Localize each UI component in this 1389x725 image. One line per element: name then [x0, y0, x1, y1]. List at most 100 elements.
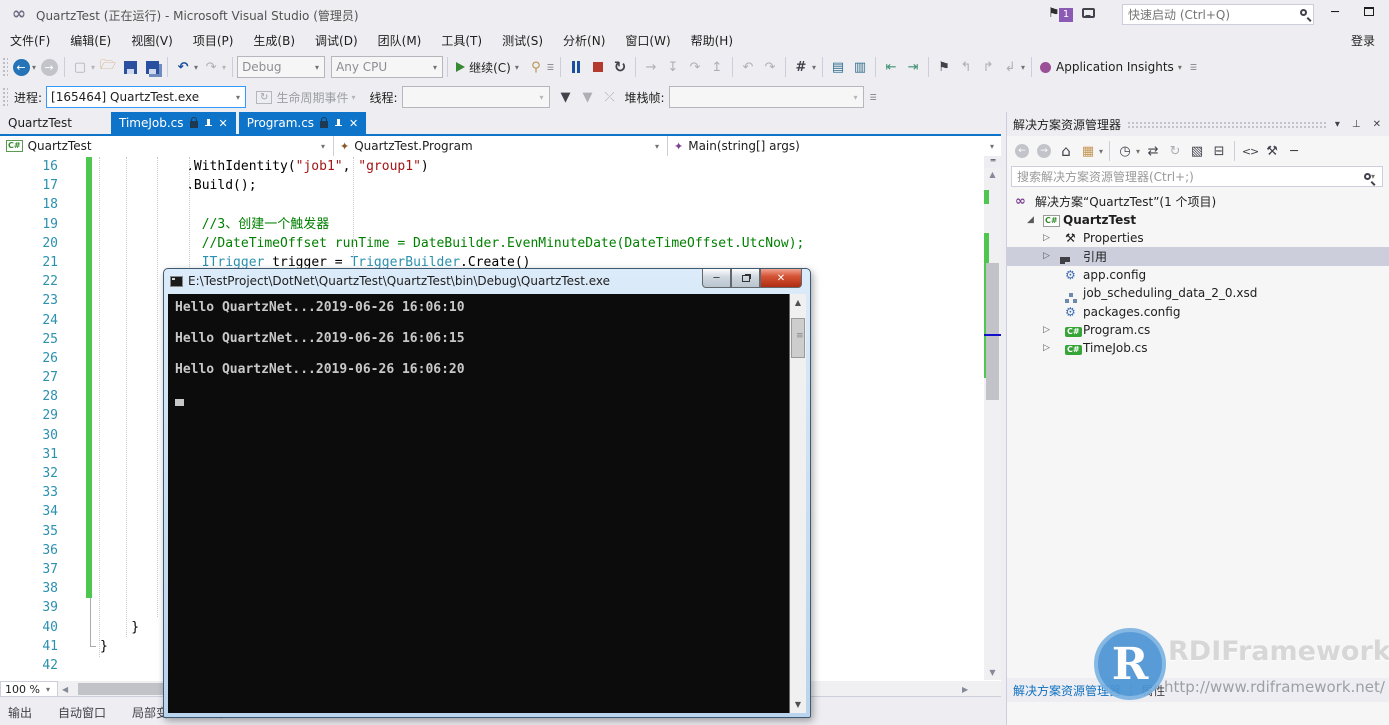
feedback-icon[interactable] — [1082, 8, 1095, 18]
solution-explorer-search[interactable]: 搜索解决方案资源管理器(Ctrl+;) ▾ — [1011, 166, 1383, 187]
code-line[interactable]: 17.Build(); — [0, 176, 1003, 195]
document-tab[interactable]: Program.cs✕ — [239, 112, 367, 134]
project-node[interactable]: ◢ C# QuartzTest — [1007, 210, 1389, 228]
type-dropdown[interactable]: ✦ QuartzTest.Program▾ — [334, 136, 668, 156]
tree-item-job-scheduling-data-2-0-xsd[interactable]: job_scheduling_data_2_0.xsd — [1007, 284, 1389, 302]
window-position-icon[interactable]: ▾ — [1332, 119, 1343, 130]
show-all-files-icon[interactable]: ▧ — [1187, 141, 1207, 161]
debugrow-overflow[interactable]: ☰ — [870, 93, 877, 102]
navigate-back-icon[interactable]: ← — [11, 57, 31, 77]
document-tab[interactable]: TimeJob.cs✕ — [111, 112, 236, 134]
expander-collapsed-icon[interactable]: ▷ — [1043, 325, 1050, 335]
code-line[interactable]: 19//3、创建一个触发器 — [0, 215, 1003, 234]
toolbar-grip[interactable] — [2, 87, 8, 107]
menu-item[interactable]: 调试(D) — [305, 29, 368, 52]
previous-bookmark-icon[interactable]: ↰ — [956, 57, 976, 77]
process-combo[interactable]: [165464] QuartzTest.exe▾ — [46, 86, 246, 108]
split-handle-icon[interactable]: ═ — [984, 156, 1001, 168]
menu-item[interactable]: 帮助(H) — [681, 29, 743, 52]
undo-dropdown[interactable]: ▾ — [194, 63, 198, 72]
add-item-icon[interactable]: 🗁 — [98, 57, 118, 77]
close-panel-icon[interactable]: ✕ — [1370, 119, 1384, 130]
hex-display-icon[interactable]: # — [791, 57, 811, 77]
tree-item-app-config[interactable]: ⚙app.config — [1007, 266, 1389, 284]
tree-item-program-cs[interactable]: ▷C#Program.cs — [1007, 321, 1389, 339]
step-into-icon[interactable]: ↧ — [663, 57, 683, 77]
menu-item[interactable]: 测试(S) — [492, 29, 553, 52]
scroll-down-icon[interactable]: ▼ — [984, 668, 1001, 677]
close-tab-icon[interactable]: ✕ — [219, 118, 228, 129]
decrease-indent-icon[interactable]: ⇤ — [881, 57, 901, 77]
quick-launch-input[interactable] — [1128, 7, 1288, 22]
properties-icon[interactable]: ⚒ — [1262, 141, 1282, 161]
solution-node[interactable]: ∞ 解决方案“QuartzTest”(1 个项目) — [1007, 192, 1389, 210]
preview-selected-icon[interactable]: ─ — [1284, 141, 1304, 161]
scroll-up-icon[interactable]: ▲ — [984, 170, 1001, 179]
editor-vertical-scrollbar[interactable]: ═ ▲ ▼ — [984, 156, 1001, 680]
filter-threads-icon[interactable]: ▼ — [556, 87, 576, 107]
expander-collapsed-icon[interactable]: ▷ — [1043, 343, 1050, 353]
solution-platforms-combo[interactable]: Any CPU▾ — [331, 56, 443, 78]
close-tab-icon[interactable]: ✕ — [349, 118, 358, 129]
quick-launch-box[interactable] — [1122, 4, 1314, 25]
expander-expanded-icon[interactable]: ◢ — [1027, 215, 1034, 225]
menu-item[interactable]: 工具(T) — [431, 29, 492, 52]
toggle-flagged-icon[interactable]: ⤫ — [600, 87, 620, 107]
project-dropdown[interactable]: C# QuartzTest▾ — [0, 136, 334, 156]
tree-item--[interactable]: ▷引用 — [1007, 247, 1389, 265]
expander-collapsed-icon[interactable]: ▷ — [1043, 251, 1050, 261]
scroll-right-icon[interactable]: ▶ — [962, 685, 968, 694]
code-line[interactable]: 16.WithIdentity("job1", "group1") — [0, 157, 1003, 176]
next-bookmark-icon[interactable]: ↱ — [978, 57, 998, 77]
menu-item[interactable]: 生成(B) — [243, 29, 305, 52]
show-next-statement-icon[interactable]: → — [641, 57, 661, 77]
menu-item[interactable]: 窗口(W) — [615, 29, 680, 52]
notifications-flag[interactable]: ⚑ 1 — [1048, 6, 1060, 21]
menu-item[interactable]: 编辑(E) — [60, 29, 121, 52]
flag-threads-icon[interactable]: ▼ — [578, 87, 598, 107]
console-scroll-thumb[interactable] — [791, 318, 805, 358]
vertical-scroll-thumb[interactable] — [986, 263, 999, 400]
console-title-bar[interactable]: E:\TestProject\DotNet\QuartzTest\QuartzT… — [170, 274, 690, 288]
bookmark-overflow[interactable]: ▾ — [1021, 63, 1025, 72]
code-line[interactable]: 20//DateTimeOffset runTime = DateBuilder… — [0, 234, 1003, 253]
clear-bookmarks-icon[interactable]: ↲ — [1000, 57, 1020, 77]
tool-window-tab[interactable]: 属性 — [1141, 682, 1165, 699]
lifecycle-events-button[interactable]: ↻ 生命周期事件 ▾ — [256, 89, 357, 106]
continue-button[interactable]: 继续(C) ▾ — [452, 59, 525, 76]
pending-changes-dropdown[interactable]: ▾ — [1136, 147, 1140, 156]
redo-small-icon[interactable]: ↷ — [760, 57, 780, 77]
tree-item-properties[interactable]: ▷⚒Properties — [1007, 229, 1389, 247]
console-scroll-up-icon[interactable]: ▲ — [790, 298, 806, 307]
console-scroll-down-icon[interactable]: ▼ — [790, 700, 806, 709]
toolbar-overflow[interactable]: ☰ — [547, 63, 554, 72]
expander-collapsed-icon[interactable]: ▷ — [1043, 233, 1050, 243]
tool-window-tab[interactable]: 解决方案资源管理器 — [1013, 682, 1121, 699]
refresh-icon[interactable]: ↻ — [1165, 141, 1185, 161]
bookmark-icon[interactable]: ⚑ — [934, 57, 954, 77]
navigate-backward-code-icon[interactable]: ▤ — [828, 57, 848, 77]
redo-icon[interactable]: ↷ — [201, 57, 221, 77]
restart-icon[interactable]: ↻ — [610, 57, 630, 77]
tree-item-timejob-cs[interactable]: ▷C#TimeJob.cs — [1007, 339, 1389, 357]
view-code-icon[interactable]: <> — [1240, 141, 1260, 161]
new-project-icon[interactable]: ▢ — [70, 57, 90, 77]
solution-configurations-combo[interactable]: Debug▾ — [237, 56, 325, 78]
step-out-icon[interactable]: ↥ — [707, 57, 727, 77]
auto-hide-pin-icon[interactable]: ⊥ — [1349, 119, 1364, 130]
maximize-button[interactable] — [1356, 5, 1382, 21]
undo-small-icon[interactable]: ↶ — [738, 57, 758, 77]
undo-icon[interactable]: ↶ — [173, 57, 193, 77]
minimize-button[interactable]: ─ — [1322, 6, 1348, 22]
menu-item[interactable]: 项目(P) — [183, 29, 244, 52]
pin-icon[interactable] — [204, 119, 213, 128]
document-tab[interactable]: QuartzTest — [0, 112, 108, 134]
application-insights-button[interactable]: Application Insights ▾ ☰ — [1036, 60, 1203, 74]
stack-frame-combo[interactable]: ▾ — [669, 86, 864, 108]
increase-indent-icon[interactable]: ⇥ — [903, 57, 923, 77]
bottom-tab-自动窗口[interactable]: 自动窗口 — [58, 704, 106, 725]
switch-views-dropdown[interactable]: ▾ — [1099, 147, 1103, 156]
tree-item-packages-config[interactable]: ⚙packages.config — [1007, 302, 1389, 320]
sync-with-active-document-icon[interactable]: ⇄ — [1143, 141, 1163, 161]
home-icon[interactable]: ⌂ — [1056, 141, 1076, 161]
